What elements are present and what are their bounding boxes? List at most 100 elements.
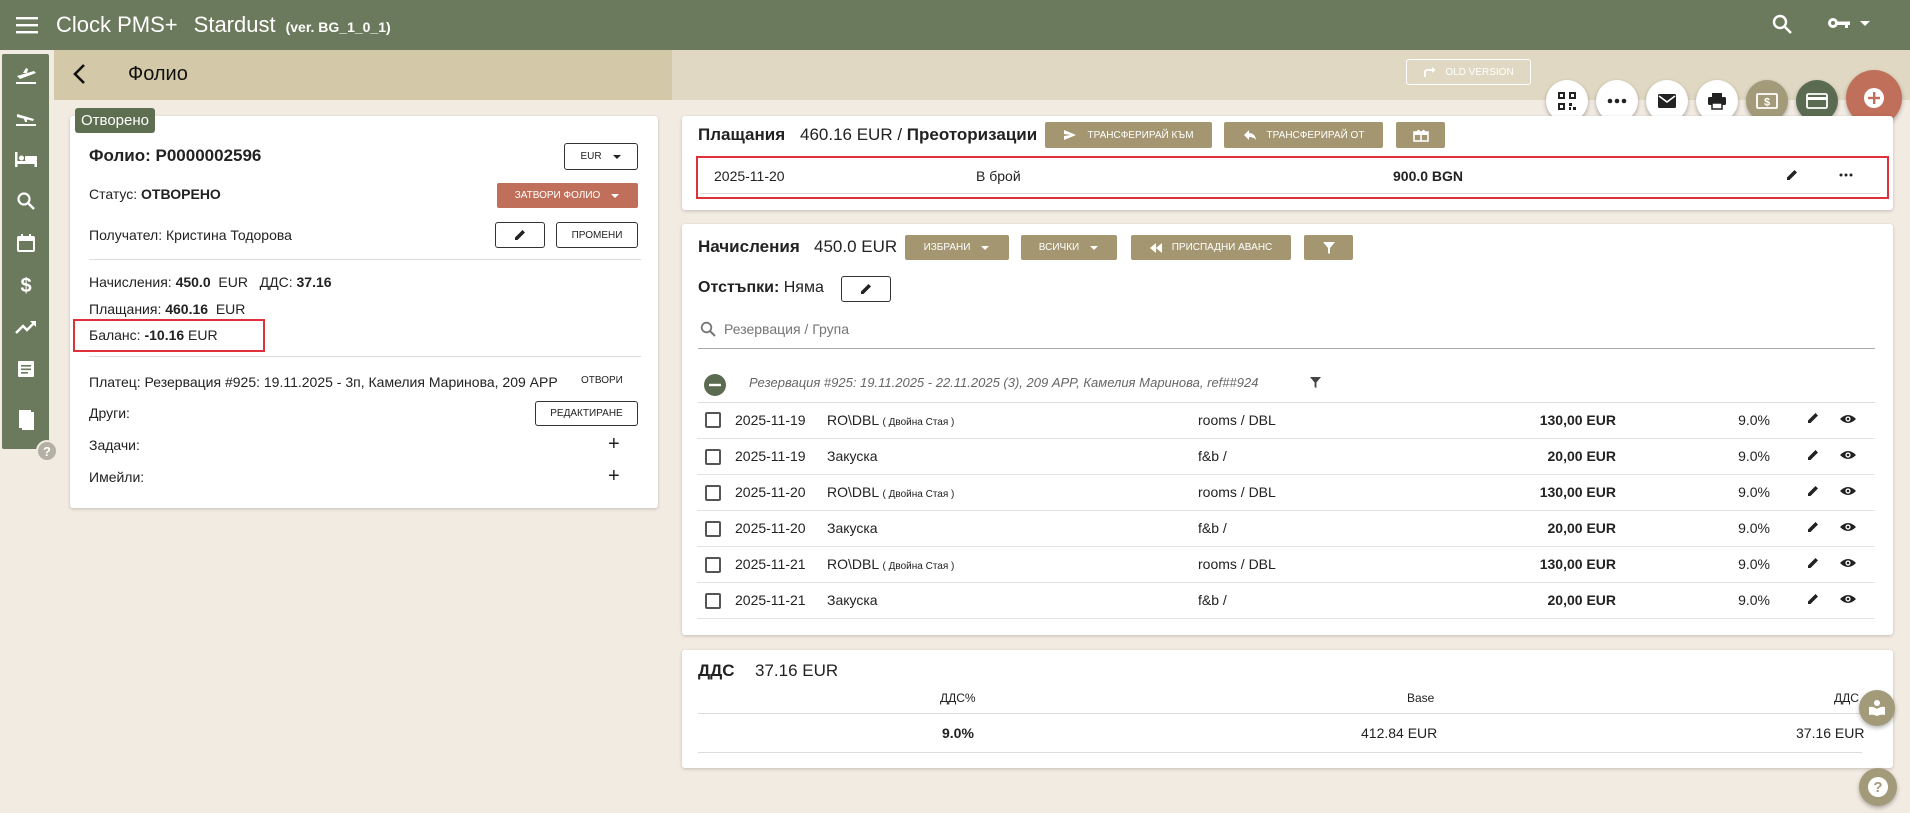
credit-card-icon xyxy=(1806,93,1828,109)
charge-category: f&b / xyxy=(1198,438,1458,475)
view-charge-eye-icon[interactable] xyxy=(1820,402,1875,439)
print-icon xyxy=(1708,93,1726,110)
departures-icon[interactable] xyxy=(2,96,49,138)
row-checkbox[interactable] xyxy=(705,592,721,609)
recipient: Получател: Кристина Тодорова xyxy=(89,227,292,243)
book-reader-icon xyxy=(1869,700,1885,716)
plus-circle-icon xyxy=(1864,88,1884,108)
charge-vat: 9.0% xyxy=(1616,546,1770,583)
calendar-icon[interactable] xyxy=(2,222,49,264)
open-reservation-link[interactable]: ОТВОРИ xyxy=(581,375,623,386)
add-task-icon[interactable]: + xyxy=(608,433,620,456)
pencil-icon xyxy=(515,230,525,240)
gift-button[interactable] xyxy=(1396,122,1445,148)
payment-date: 2025-11-20 xyxy=(714,168,785,184)
charge-vat: 9.0% xyxy=(1616,438,1770,475)
vat-base: 412.84 EUR xyxy=(1361,725,1438,741)
guide-button[interactable] xyxy=(1859,690,1895,726)
old-version-label: OLD VERSION xyxy=(1445,66,1514,78)
vat-rate: 9.0% xyxy=(942,725,974,741)
tasks-label: Задачи: xyxy=(89,437,140,453)
view-charge-eye-icon[interactable] xyxy=(1820,510,1875,547)
view-charge-eye-icon[interactable] xyxy=(1820,582,1875,619)
folio-status: Статус: ОТВОРЕНО xyxy=(89,186,221,202)
transfer-from-button[interactable]: ТРАНСФЕРИРАЙ ОТ xyxy=(1224,122,1383,148)
reservation-search-input[interactable] xyxy=(724,316,1874,342)
dollar-icon[interactable]: $ xyxy=(2,264,49,306)
edit-others-button[interactable]: РЕДАКТИРАНЕ xyxy=(535,401,638,426)
payment-more-icon[interactable] xyxy=(1839,173,1853,177)
money-icon: $ xyxy=(1756,93,1778,109)
edit-charge-pencil-icon[interactable] xyxy=(1770,546,1820,583)
chevron-down-icon xyxy=(612,154,621,159)
row-checkbox[interactable] xyxy=(705,556,721,573)
pencil-icon xyxy=(861,284,871,294)
divider xyxy=(698,713,1862,714)
menu-icon[interactable] xyxy=(14,12,40,38)
search-icon[interactable] xyxy=(1770,12,1794,36)
close-folio-button[interactable]: ЗАТВОРИ ФОЛИО xyxy=(497,183,638,208)
folio-number: Фолио: P0000002596 xyxy=(89,146,262,165)
edit-charge-pencil-icon[interactable] xyxy=(1770,438,1820,475)
edit-charge-pencil-icon[interactable] xyxy=(1770,582,1820,619)
charge-amount: 20,00 EUR xyxy=(1458,582,1616,619)
group-filter-icon[interactable] xyxy=(1310,377,1321,388)
charge-date: 2025-11-19 xyxy=(735,438,827,475)
currency-select[interactable]: EUR xyxy=(564,143,638,170)
row-checkbox[interactable] xyxy=(705,520,721,537)
deduct-advance-button[interactable]: ПРИСПАДНИ АВАНС xyxy=(1131,235,1291,260)
vat-card xyxy=(682,650,1893,768)
edit-recipient-button[interactable] xyxy=(495,222,545,248)
payments-summary: Плащания: 460.16 EUR xyxy=(89,301,246,317)
documents-icon[interactable] xyxy=(2,348,49,390)
back-arrow-icon[interactable] xyxy=(70,62,92,86)
old-version-button[interactable]: OLD VERSION xyxy=(1406,59,1531,85)
edit-charge-pencil-icon[interactable] xyxy=(1770,474,1820,511)
all-dropdown-button[interactable]: ВСИЧКИ xyxy=(1021,235,1117,260)
charges-table: 2025-11-19 RO\DBL ( Двойна Стая ) rooms … xyxy=(697,402,1875,619)
charge-category: rooms / DBL xyxy=(1198,474,1458,511)
rewind-icon xyxy=(1149,242,1162,253)
add-email-icon[interactable]: + xyxy=(608,465,620,488)
charge-amount: 130,00 EUR xyxy=(1458,546,1616,583)
view-charge-eye-icon[interactable] xyxy=(1820,438,1875,475)
filter-icon xyxy=(1322,241,1335,254)
filter-button[interactable] xyxy=(1304,235,1353,260)
payment-amount: 900.0 BGN xyxy=(1393,168,1464,184)
collapse-group-icon[interactable] xyxy=(703,373,727,397)
key-icon[interactable] xyxy=(1826,13,1872,33)
charge-amount: 20,00 EUR xyxy=(1458,510,1616,547)
vat-col-rate: ДДС% xyxy=(940,691,976,705)
row-checkbox[interactable] xyxy=(705,412,721,429)
view-charge-eye-icon[interactable] xyxy=(1820,546,1875,583)
edit-charge-pencil-icon[interactable] xyxy=(1770,510,1820,547)
reservation-group-title: Резервация #925: 19.11.2025 - 22.11.2025… xyxy=(749,375,1259,390)
charge-name: RO\DBL ( Двойна Стая ) xyxy=(827,474,1198,511)
help-icon[interactable]: ? xyxy=(36,440,58,462)
edit-payment-pencil-icon[interactable] xyxy=(1785,168,1799,182)
transfer-to-button[interactable]: ТРАНСФЕРИРАЙ КЪМ xyxy=(1045,122,1212,148)
view-charge-eye-icon[interactable] xyxy=(1820,474,1875,511)
payments-title: Плащания xyxy=(698,125,786,144)
charge-amount: 130,00 EUR xyxy=(1458,474,1616,511)
search-nav-icon[interactable] xyxy=(2,180,49,222)
vat-amount: 37.16 EUR xyxy=(755,661,839,680)
row-checkbox[interactable] xyxy=(705,448,721,465)
charge-name: Закуска xyxy=(827,438,1198,475)
edit-discounts-button[interactable] xyxy=(841,276,891,302)
table-row: 2025-11-20 RO\DBL ( Двойна Стая ) rooms … xyxy=(697,474,1875,511)
row-checkbox[interactable] xyxy=(705,484,721,501)
rooms-icon[interactable] xyxy=(2,138,49,180)
charge-date: 2025-11-19 xyxy=(735,402,827,439)
charge-amount: 20,00 EUR xyxy=(1458,438,1616,475)
svg-text:?: ? xyxy=(1873,779,1882,796)
reports-trend-icon[interactable] xyxy=(2,306,49,348)
edit-charge-pencil-icon[interactable] xyxy=(1770,402,1820,439)
arrivals-icon[interactable] xyxy=(2,54,49,96)
selected-dropdown-button[interactable]: ИЗБРАНИ xyxy=(905,235,1009,260)
help-button[interactable]: ? xyxy=(1859,768,1897,806)
charge-date: 2025-11-20 xyxy=(735,510,827,547)
charge-category: f&b / xyxy=(1198,510,1458,547)
book-icon[interactable] xyxy=(2,398,49,440)
change-recipient-button[interactable]: ПРОМЕНИ xyxy=(556,222,638,248)
